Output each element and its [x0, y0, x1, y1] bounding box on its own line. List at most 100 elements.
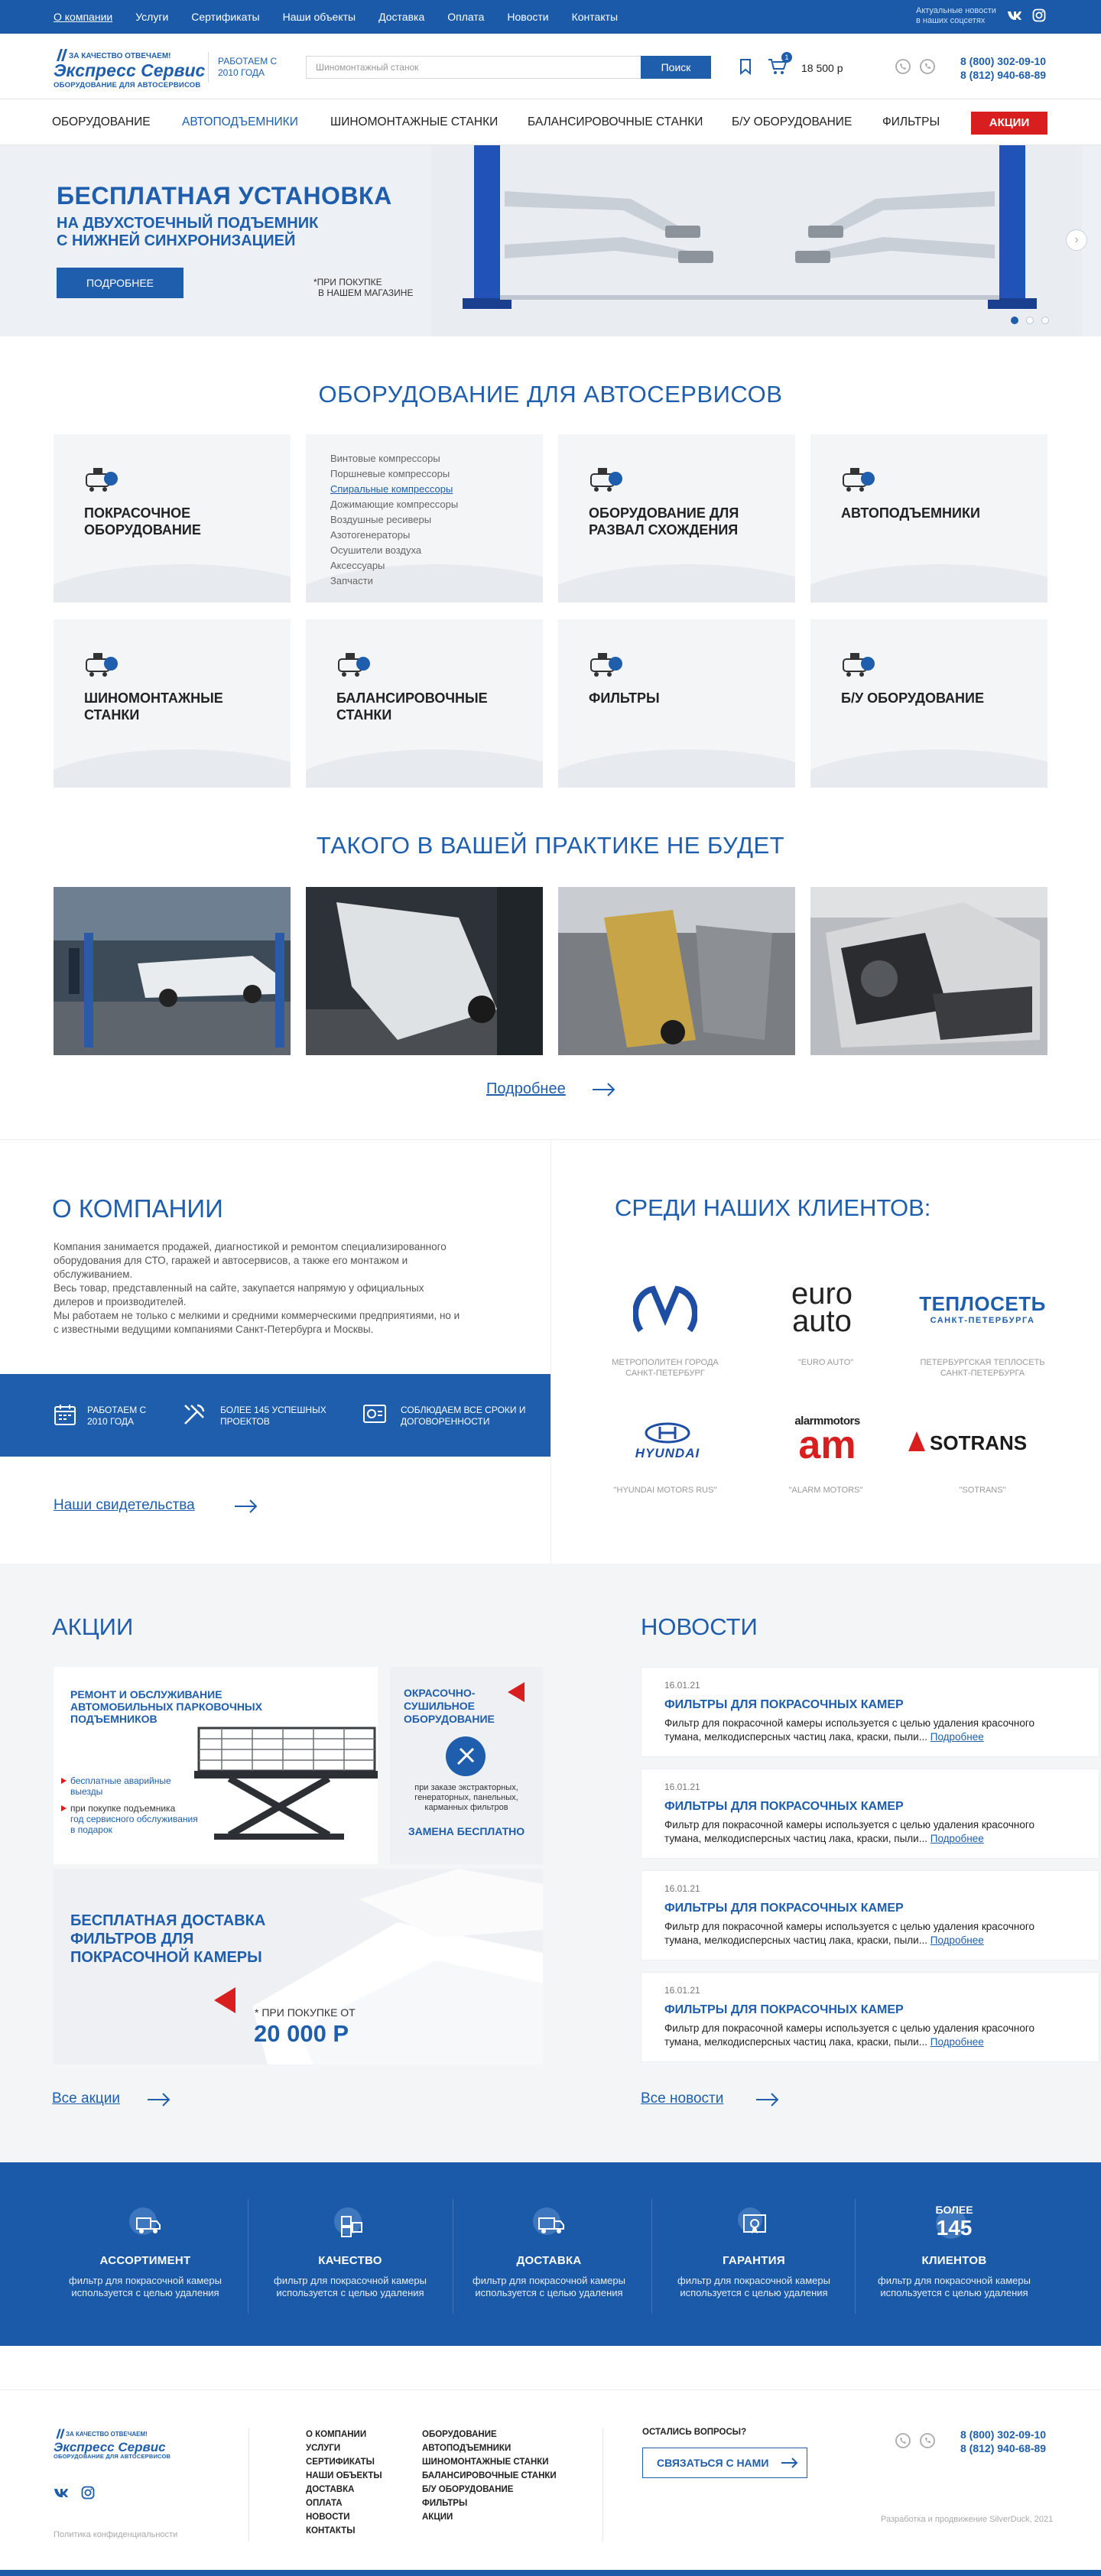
category-card-balancers[interactable]: БАЛАНСИРОВОЧНЫЕ СТАНКИ [306, 619, 543, 788]
practice-photo-2[interactable] [306, 887, 543, 1055]
practice-section-title: ТАКОГО В ВАШЕЙ ПРАКТИКЕ НЕ БУДЕТ [316, 832, 785, 859]
news-more-link[interactable]: Подробнее [930, 1934, 984, 1946]
footer-link[interactable]: УСЛУГИ [306, 2441, 382, 2455]
footer-link[interactable]: НОВОСТИ [306, 2510, 382, 2524]
submenu-item[interactable]: Дожимающие компрессоры [330, 497, 458, 512]
top-nav-objects[interactable]: Наши объекты [283, 11, 356, 23]
search-button[interactable]: Поиск [641, 56, 711, 79]
footer-link[interactable]: ДОСТАВКА [306, 2483, 382, 2496]
top-nav-payment[interactable]: Оплата [447, 11, 484, 23]
footer-link[interactable]: СЕРТИФИКАТЫ [306, 2455, 382, 2469]
all-news-link[interactable]: Все новости [641, 2090, 723, 2107]
viber-icon[interactable] [919, 2432, 936, 2449]
submenu-item[interactable]: Воздушные ресиверы [330, 512, 458, 528]
practice-photo-4[interactable] [810, 887, 1047, 1055]
top-nav-services[interactable]: Услуги [135, 11, 168, 23]
footer-link[interactable]: О КОМПАНИИ [306, 2428, 382, 2441]
footer-link[interactable]: ОБОРУДОВАНИЕ [422, 2428, 557, 2441]
features-bar: АССОРТИМЕНТ фильтр для покрасочной камер… [0, 2162, 1101, 2346]
whatsapp-icon[interactable] [895, 58, 911, 75]
submenu-item[interactable]: Осушители воздуха [330, 543, 458, 558]
developer-credit[interactable]: Разработка и продвижение SilverDuck, 202… [881, 2515, 1053, 2524]
news-item[interactable]: 16.01.21 ФИЛЬТРЫ ДЛЯ ПОКРАСОЧНЫХ КАМЕР Ф… [641, 1769, 1099, 1859]
bookmark-icon[interactable] [739, 58, 752, 75]
hero-more-button[interactable]: ПОДРОБНЕЕ [57, 268, 184, 298]
category-card-used[interactable]: Б/У ОБОРУДОВАНИЕ [810, 619, 1047, 788]
top-nav-certificates[interactable]: Сертификаты [191, 11, 259, 23]
top-nav-news[interactable]: Новости [507, 11, 548, 23]
instagram-icon[interactable] [1032, 8, 1046, 22]
privacy-link[interactable]: Политика конфиденциальности [54, 2530, 177, 2539]
header-phone-1[interactable]: 8 (800) 302-09-10 [960, 54, 1046, 68]
practice-more-link[interactable]: Подробнее [486, 1080, 566, 1098]
promo-card-lift-service[interactable]: РЕМОНТ И ОБСЛУЖИВАНИЕ АВТОМОБИЛЬНЫХ ПАРК… [54, 1667, 378, 1864]
submenu-item[interactable]: Аксессуары [330, 558, 458, 573]
footer-link[interactable]: КОНТАКТЫ [306, 2524, 382, 2538]
news-title-link[interactable]: ФИЛЬТРЫ ДЛЯ ПОКРАСОЧНЫХ КАМЕР [664, 1800, 904, 1814]
all-promos-link[interactable]: Все акции [52, 2090, 120, 2107]
hero-next-arrow-icon[interactable]: › [1066, 229, 1087, 251]
footer-link[interactable]: АКЦИИ [422, 2510, 557, 2524]
nav-equipment[interactable]: ОБОРУДОВАНИЕ [52, 115, 151, 129]
news-title-link[interactable]: ФИЛЬТРЫ ДЛЯ ПОКРАСОЧНЫХ КАМЕР [664, 1698, 904, 1712]
nav-used-equipment[interactable]: Б/У ОБОРУДОВАНИЕ [732, 115, 852, 129]
nav-tire-changers[interactable]: ШИНОМОНТАЖНЫЕ СТАНКИ [330, 115, 498, 129]
top-nav-about[interactable]: О компании [54, 11, 112, 23]
certificates-link[interactable]: Наши свидетельства [54, 1497, 195, 1514]
news-title-link[interactable]: ФИЛЬТРЫ ДЛЯ ПОКРАСОЧНЫХ КАМЕР [664, 1902, 904, 1915]
category-card-lifts[interactable]: АВТОПОДЪЕМНИКИ [810, 434, 1047, 603]
practice-photo-3[interactable] [558, 887, 795, 1055]
footer-link[interactable]: Б/У ОБОРУДОВАНИЕ [422, 2483, 557, 2496]
news-more-link[interactable]: Подробнее [930, 1731, 984, 1743]
category-card-tire-changers[interactable]: ШИНОМОНТАЖНЫЕ СТАНКИ [54, 619, 291, 788]
nav-promo-button[interactable]: АКЦИИ [971, 112, 1047, 135]
instagram-icon[interactable] [81, 2486, 95, 2500]
news-title-link[interactable]: ФИЛЬТРЫ ДЛЯ ПОКРАСОЧНЫХ КАМЕР [664, 2003, 904, 2017]
submenu-item[interactable]: Поршневые компрессоры [330, 466, 458, 482]
submenu-item[interactable]: Запчасти [330, 573, 458, 589]
promo-card-filters-replace[interactable]: ОКРАСОЧНО-СУШИЛЬНОЕ ОБОРУДОВАНИЕ при зак… [390, 1667, 543, 1864]
top-nav-contacts[interactable]: Контакты [572, 11, 618, 23]
submenu-item[interactable]: Винтовые компрессоры [330, 451, 458, 466]
arrow-right-icon[interactable] [234, 1499, 258, 1514]
footer-link[interactable]: ФИЛЬТРЫ [422, 2496, 557, 2510]
vk-icon[interactable] [1007, 10, 1022, 21]
whatsapp-icon[interactable] [895, 2432, 911, 2449]
category-card-filters[interactable]: ФИЛЬТРЫ [558, 619, 795, 788]
euroauto-logo-word-2: auto [792, 1304, 852, 1338]
promo-card-free-delivery[interactable]: БЕСПЛАТНАЯ ДОСТАВКА ФИЛЬТРОВ ДЛЯ ПОКРАСО… [54, 1869, 543, 2064]
arrow-right-icon[interactable] [147, 2092, 171, 2107]
nav-filters[interactable]: ФИЛЬТРЫ [882, 115, 940, 129]
category-card-alignment[interactable]: ОБОРУДОВАНИЕ ДЛЯ РАЗВАЛ СХОЖДЕНИЯ [558, 434, 795, 603]
news-item[interactable]: 16.01.21 ФИЛЬТРЫ ДЛЯ ПОКРАСОЧНЫХ КАМЕР Ф… [641, 1870, 1099, 1960]
news-item[interactable]: 16.01.21 ФИЛЬТРЫ ДЛЯ ПОКРАСОЧНЫХ КАМЕР Ф… [641, 1667, 1099, 1757]
viber-icon[interactable] [919, 58, 936, 75]
hero-dot-1[interactable] [1011, 317, 1018, 324]
footer-link[interactable]: ШИНОМОНТАЖНЫЕ СТАНКИ [422, 2455, 557, 2469]
submenu-item[interactable]: Азотогенераторы [330, 528, 458, 543]
header-phone-2[interactable]: 8 (812) 940-68-89 [960, 68, 1046, 82]
nav-balancers[interactable]: БАЛАНСИРОВОЧНЫЕ СТАНКИ [528, 115, 703, 129]
arrow-right-icon[interactable] [755, 2092, 780, 2107]
news-more-link[interactable]: Подробнее [930, 2036, 984, 2048]
footer-phone-1[interactable]: 8 (800) 302-09-10 [960, 2428, 1046, 2441]
hero-dot-2[interactable] [1026, 317, 1034, 324]
footer-link[interactable]: БАЛАНСИРОВОЧНЫЕ СТАНКИ [422, 2469, 557, 2483]
cart-sum[interactable]: 18 500 р [801, 62, 843, 74]
news-more-link[interactable]: Подробнее [930, 1833, 984, 1844]
category-card-painting[interactable]: ПОКРАСОЧНОЕ ОБОРУДОВАНИЕ [54, 434, 291, 603]
practice-photo-1[interactable] [54, 887, 291, 1055]
footer-phone-2[interactable]: 8 (812) 940-68-89 [960, 2441, 1046, 2455]
submenu-item[interactable]: Спиральные компрессоры [330, 482, 458, 497]
search-input[interactable]: Шиномонтажный станок [306, 56, 642, 79]
hero-dot-3[interactable] [1041, 317, 1049, 324]
footer-link[interactable]: ОПЛАТА [306, 2496, 382, 2510]
arrow-right-icon[interactable] [592, 1082, 616, 1097]
top-nav-delivery[interactable]: Доставка [378, 11, 424, 23]
vk-icon[interactable] [54, 2487, 69, 2498]
nav-lifts[interactable]: АВТОПОДЪЕМНИКИ [182, 115, 298, 129]
news-item[interactable]: 16.01.21 ФИЛЬТРЫ ДЛЯ ПОКРАСОЧНЫХ КАМЕР Ф… [641, 1972, 1099, 2062]
footer-link[interactable]: НАШИ ОБЪЕКТЫ [306, 2469, 382, 2483]
contact-us-button[interactable]: СВЯЗАТЬСЯ С НАМИ [642, 2448, 807, 2478]
footer-link[interactable]: АВТОПОДЪЕМНИКИ [422, 2441, 557, 2455]
